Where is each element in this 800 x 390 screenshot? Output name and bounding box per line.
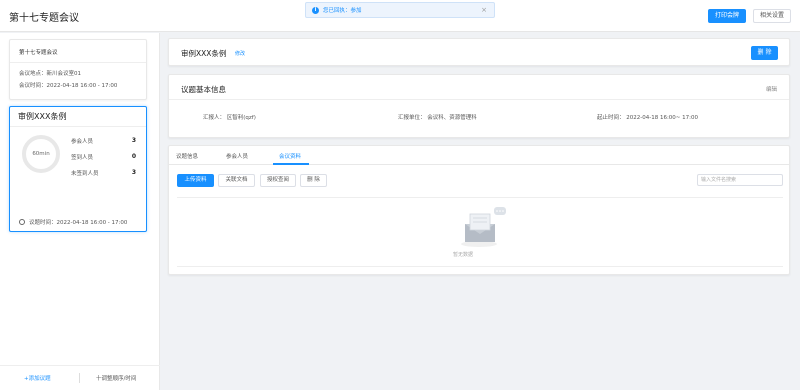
divider [169,99,789,100]
toast-message: 您已回执：参加 [323,8,362,14]
meeting-title: 第十七专题会议 [19,50,58,56]
meeting-time: 会议时间：2022-04-18 16:00 - 17:00 [19,83,118,89]
stat-label-unsigned: 未签到人员 [71,171,99,177]
divider [79,373,80,383]
edit-topic-link[interactable]: 修改 [235,50,245,57]
topic-heading: 审例XXX条例 [181,49,227,58]
duration-text: 60min [32,151,50,157]
unit-field: 汇报单位： 会议科、资源管理科 [398,115,477,121]
section-title: 议题基本信息 [181,85,226,94]
delete-topic-button[interactable]: 删 除 [751,46,778,60]
top-header: 第十七专题会议 i 您已回执：参加 × 打印会牌 相关设置 [0,0,800,32]
sidebar-footer: +添加议题 十调整顺序/时间 [0,365,160,390]
add-topic-button[interactable]: +添加议题 [24,374,51,382]
active-tab-indicator [273,163,309,165]
topic-title: 审例XXX条例 [10,107,146,127]
page-title: 第十七专题会议 [9,13,79,24]
tab-bar: 议题信息 参会人员 会议资料 [169,146,789,165]
divider [177,197,783,198]
sidebar: 第十七专题会议 会议地点：新川会议室01 会议时间：2022-04-18 16:… [0,33,160,390]
close-icon[interactable]: × [481,6,487,14]
tab-materials[interactable]: 会议资料 [279,152,301,160]
time-field: 起止时间： 2022-04-18 16:00~ 17:00 [597,115,699,121]
divider [177,266,783,267]
stat-label-signed: 签到人员 [71,155,94,161]
adjust-order-button[interactable]: 十调整顺序/时间 [96,374,136,382]
empty-box-icon [461,207,506,247]
print-badge-button[interactable]: 打印会牌 [708,9,746,23]
edit-info-link[interactable]: 编辑 [766,85,777,93]
reporter-field: 汇报人： 区智利(qzf) [203,115,256,121]
materials-card: 议题信息 参会人员 会议资料 上传资料 关联文档 授权查阅 删 除 输入文件名搜… [168,145,790,275]
stat-label-attendees: 参会人员 [71,139,94,145]
topic-time-row: 议题时间：2022-04-18 16:00 - 17:00 [19,218,127,226]
upload-button[interactable]: 上传资料 [177,174,214,187]
topic-card[interactable]: 审例XXX条例 60min 参会人员 3 签到人员 0 未签到人员 3 议题时间… [9,106,147,232]
tab-topic-info[interactable]: 议题信息 [176,152,198,160]
basic-info-card: 议题基本信息 编辑 汇报人： 区智利(qzf) 汇报单位： 会议科、资源管理科 … [168,74,790,138]
info-icon: i [312,6,319,14]
stat-value-signed: 0 [131,153,136,160]
stat-value-attendees: 3 [131,137,136,144]
stat-value-unsigned: 3 [131,169,136,176]
link-document-button[interactable]: 关联文档 [218,174,255,187]
divider [10,62,146,63]
authorize-button[interactable]: 授权查阅 [260,174,296,187]
notification-toast: i 您已回执：参加 × [305,2,495,18]
empty-state-text: 暂无数据 [453,252,474,258]
meeting-info-card[interactable]: 第十七专题会议 会议地点：新川会议室01 会议时间：2022-04-18 16:… [9,39,147,100]
search-input[interactable]: 输入文件名搜索 [697,174,783,186]
tab-attendees[interactable]: 参会人员 [226,152,248,160]
clock-icon [19,219,25,225]
meeting-location: 会议地点：新川会议室01 [19,71,81,77]
topic-header-card: 审例XXX条例 修改 删 除 [168,38,790,66]
delete-file-button[interactable]: 删 除 [300,174,327,187]
topic-time: 议题时间：2022-04-18 16:00 - 17:00 [29,220,128,226]
settings-button[interactable]: 相关设置 [753,9,791,23]
